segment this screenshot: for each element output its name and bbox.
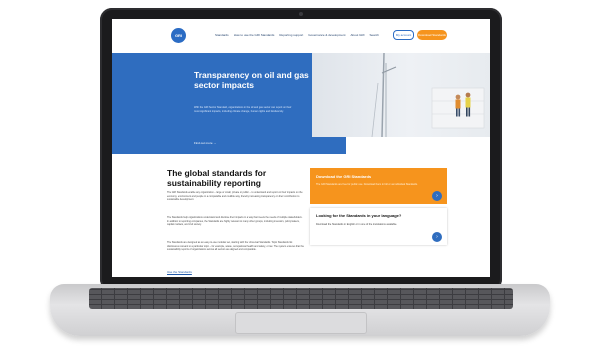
main-title: The global standards for sustainability … <box>167 168 267 188</box>
hero-body: With the GRI Sector Standard, organizati… <box>194 106 292 113</box>
hero-banner: Transparency on oil and gas sector impac… <box>112 53 346 154</box>
download-card-body: The GRI Standards are free for public us… <box>316 183 418 186</box>
hero-link[interactable]: Find out more → <box>194 141 216 145</box>
laptop-base <box>50 284 550 336</box>
nav-link-about[interactable]: About GRI <box>350 33 364 37</box>
language-card[interactable]: Looking for the Standards in your langua… <box>310 208 447 245</box>
download-card-title: Download the GRI Standards <box>316 174 372 179</box>
nav-link-standards[interactable]: Standards <box>215 33 229 37</box>
nav-link-search[interactable]: Search <box>369 33 379 37</box>
download-standards-card[interactable]: Download the GRI Standards The GRI Stand… <box>310 168 447 204</box>
nav-link-how-to-use[interactable]: How to use the GRI Standards <box>234 33 275 37</box>
oil-rig-photo-icon <box>371 52 485 138</box>
use-standards-link[interactable]: Use the Standards <box>167 270 192 274</box>
camera-icon <box>299 12 303 16</box>
main-paragraph-3: The Standards are designed as an easy-to… <box>167 241 304 252</box>
nav-links: Standards How to use the GRI Standards R… <box>215 33 379 37</box>
keyboard <box>89 288 513 309</box>
laptop-lid: GRI Standards How to use the GRI Standar… <box>100 8 502 291</box>
top-nav: GRI Standards How to use the GRI Standar… <box>112 19 490 54</box>
language-card-title: Looking for the Standards in your langua… <box>316 213 402 218</box>
main-paragraph-2: The Standards help organizations underst… <box>167 216 303 227</box>
account-button[interactable]: My account <box>393 30 414 40</box>
gri-logo[interactable]: GRI <box>171 28 186 43</box>
download-standards-button[interactable]: Download Standards <box>417 30 447 40</box>
main-paragraph-1: The GRI Standards enable any organizatio… <box>167 191 303 202</box>
arrow-right-icon[interactable]: › <box>432 232 442 242</box>
trackpad <box>235 312 367 334</box>
browser-screen: GRI Standards How to use the GRI Standar… <box>112 19 490 277</box>
nav-link-reporting-support[interactable]: Reporting support <box>279 33 303 37</box>
language-card-body: Download the Standards in English or in … <box>316 223 398 226</box>
hero-photo <box>312 52 490 138</box>
nav-link-governance[interactable]: Governance & development <box>308 33 345 37</box>
arrow-right-icon[interactable]: › <box>432 191 442 201</box>
